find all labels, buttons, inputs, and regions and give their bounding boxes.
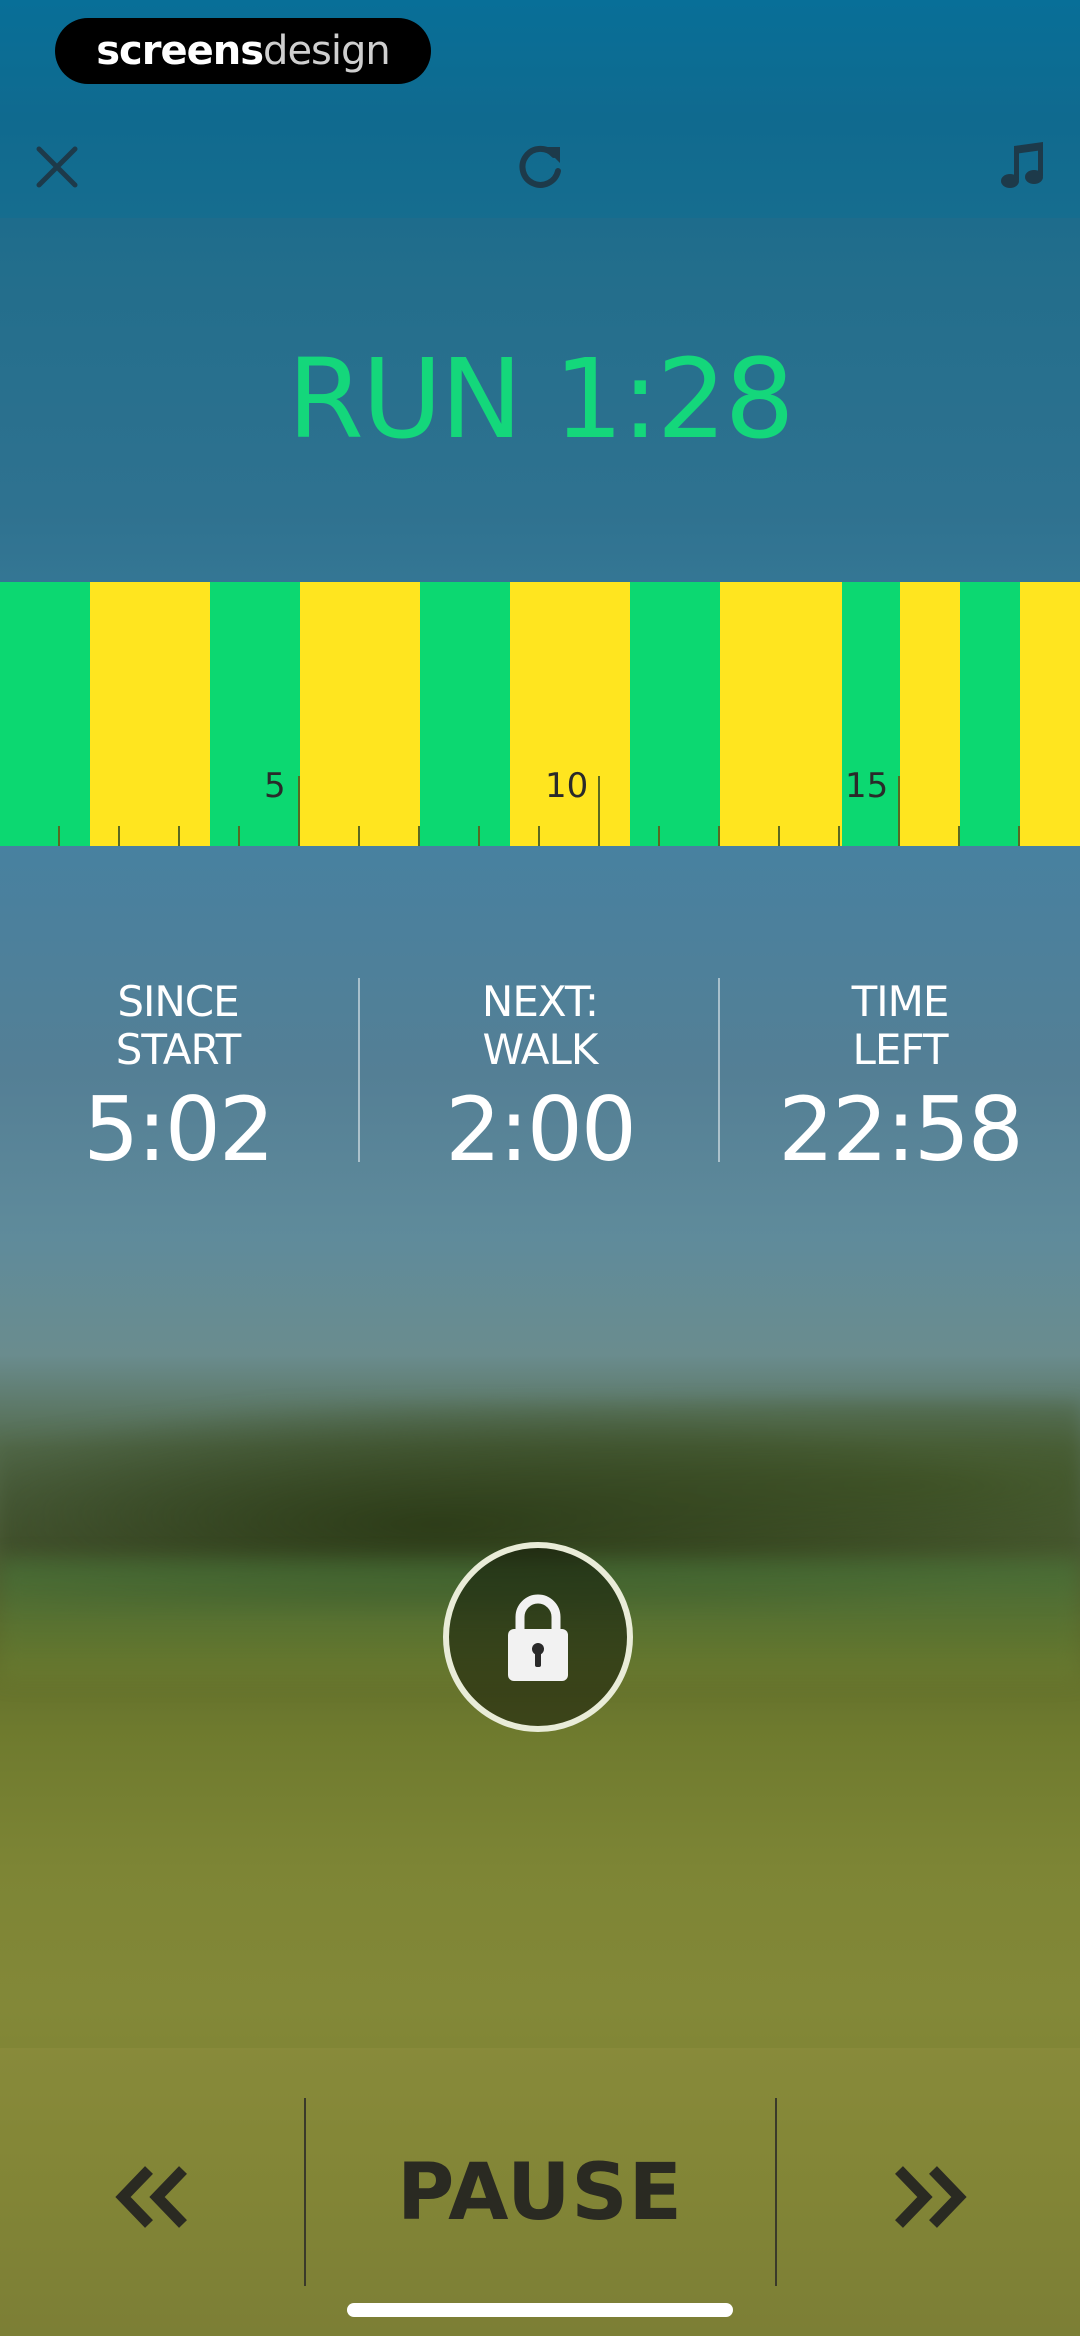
stat-label-line2: LEFT [852, 1025, 948, 1074]
timeline-tick [298, 776, 300, 846]
stat-value: 2:00 [445, 1078, 637, 1181]
lock-icon [508, 1594, 568, 1681]
timeline-tick [958, 826, 960, 846]
timeline-tick [358, 826, 360, 846]
timeline-tick-label: 10 [545, 766, 589, 806]
stat-next-walk: NEXT: WALK 2:00 [390, 978, 690, 1180]
music-button[interactable] [988, 132, 1058, 202]
timeline-tick [658, 826, 660, 846]
timeline-tick [598, 776, 600, 846]
walk-segment [510, 582, 630, 846]
timeline-tick [418, 826, 420, 846]
timeline-tick [718, 826, 720, 846]
timeline-tick [898, 776, 900, 846]
stat-divider [718, 978, 720, 1162]
timeline-tick [118, 826, 120, 846]
logo-text-screens: screens [96, 28, 264, 74]
timeline-tick [838, 826, 840, 846]
home-indicator[interactable] [347, 2303, 733, 2317]
double-chevron-left-icon [115, 2166, 187, 2228]
timeline-tick [538, 826, 540, 846]
walk-segment [720, 582, 842, 846]
interval-timeline[interactable]: 5 10 15 [0, 582, 1080, 846]
stat-since-start: SINCE START 5:02 [28, 978, 328, 1180]
stat-divider [358, 978, 360, 1162]
timeline-tick [1018, 826, 1020, 846]
next-interval-button[interactable] [874, 2152, 984, 2242]
timeline-tick [178, 826, 180, 846]
stat-time-left: TIME LEFT 22:58 [750, 978, 1050, 1180]
lock-button[interactable] [443, 1542, 633, 1732]
stat-label-line2: WALK [482, 1025, 599, 1074]
restart-button[interactable] [505, 132, 575, 202]
previous-interval-button[interactable] [98, 2152, 208, 2242]
stat-label-line1: NEXT: [481, 977, 599, 1026]
stat-label-line2: START [115, 1025, 242, 1074]
stat-label-line1: TIME [851, 977, 950, 1026]
walk-segment [900, 582, 960, 846]
stat-value: 22:58 [778, 1078, 1024, 1181]
walk-segment [90, 582, 210, 846]
timeline-tick [478, 826, 480, 846]
timeline-tick [58, 826, 60, 846]
timeline-tick [778, 826, 780, 846]
current-interval-title: RUN 1:28 [287, 335, 794, 463]
walk-segment [1020, 582, 1080, 846]
timeline-tick-label: 5 [264, 766, 286, 806]
timeline-tick [238, 826, 240, 846]
screensdesign-logo: screens design [55, 18, 431, 84]
restart-icon [519, 145, 561, 188]
stat-label-line1: SINCE [117, 977, 239, 1026]
pause-button[interactable]: PAUSE [305, 2148, 775, 2248]
close-icon [36, 146, 78, 188]
timeline-tick-label: 15 [845, 766, 889, 806]
control-divider [775, 2098, 777, 2286]
logo-text-design: design [263, 28, 391, 74]
close-button[interactable] [22, 132, 92, 202]
walk-segment [300, 582, 420, 846]
music-note-icon [1001, 142, 1043, 188]
stat-value: 5:02 [83, 1078, 275, 1181]
double-chevron-right-icon [895, 2166, 967, 2228]
